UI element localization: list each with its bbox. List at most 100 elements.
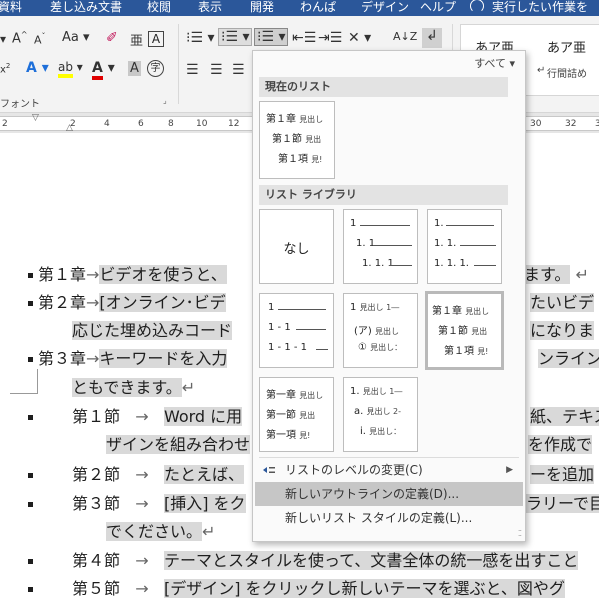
- text-effects-button[interactable]: A ▾: [26, 60, 49, 76]
- list-library-header: リスト ライブラリ: [259, 185, 508, 205]
- tab-mailings[interactable]: 差し込み文書: [50, 0, 122, 15]
- ribbon-tab-bar: 資料 差し込み文書 校閲 表示 開発 わんぱ デザイン ヘルプ 実行したい作業を: [0, 0, 599, 16]
- list-item-section-2-tail[interactable]: ーを追加: [530, 464, 595, 486]
- list-style-none-tile[interactable]: なし: [259, 209, 334, 284]
- align-left-icon[interactable]: ☰: [186, 62, 199, 78]
- align-center-icon[interactable]: ☰: [210, 62, 223, 78]
- hanging-indent-marker[interactable]: △: [66, 123, 73, 133]
- style-no-spacing-label[interactable]: 行間詰め: [547, 65, 587, 80]
- tile-line: [374, 245, 412, 246]
- tell-me-box[interactable]: 実行したい作業を: [492, 0, 588, 15]
- current-list-header: 現在のリスト: [259, 77, 508, 97]
- tile-level-1: 1 見出し 1―: [350, 302, 400, 313]
- tile-level-3: 1. 1. 1: [362, 258, 394, 269]
- list-item-chapter-1-tail[interactable]: ます。 ↵: [524, 264, 589, 286]
- first-line-indent-marker[interactable]: ▽: [32, 113, 39, 123]
- list-filter-dropdown[interactable]: すべて ▾: [474, 55, 515, 71]
- tab-view[interactable]: 表示: [198, 0, 222, 15]
- list-bullet: [28, 415, 33, 420]
- grow-font-button[interactable]: A^: [12, 30, 28, 46]
- tile-level-3: ① 見出し：: [358, 342, 403, 353]
- shrink-font-button[interactable]: Aˇ: [34, 32, 46, 47]
- ruler-number: 2: [2, 119, 8, 129]
- list-item-section-4[interactable]: 第４節 → テーマとスタイルを使って、文書全体の統一感を出すこと: [72, 550, 579, 572]
- list-item-chapter-1[interactable]: 第１章→ビデオを使うと、: [38, 264, 227, 286]
- list-item-chapter-3-tail[interactable]: ンライン: [538, 348, 599, 370]
- current-list-tile[interactable]: 第１章 見出し 第１節 見出 第１項 見!: [259, 101, 335, 179]
- tab-wanpa[interactable]: わんぱ: [300, 0, 336, 15]
- tile-line: [296, 329, 326, 330]
- ruler-number: 30: [530, 119, 542, 129]
- bullets-button[interactable]: ⁝☰ ▾: [186, 30, 214, 46]
- tile-line: [316, 349, 328, 350]
- ruler-number: 8: [168, 119, 174, 129]
- tile-level-2: 1 - 1: [268, 322, 291, 333]
- list-item-section-1-cont[interactable]: ザインを組み合わせ: [106, 434, 251, 456]
- ruler-number: 12: [228, 119, 240, 129]
- tab-references[interactable]: 資料: [0, 0, 22, 15]
- tile-level-2: 1. 1: [356, 238, 376, 249]
- paragraph-mark-icon: ↵: [537, 65, 546, 76]
- tile-level-3: 第１項 見!: [444, 346, 489, 357]
- list-item-chapter-3-cont[interactable]: ともできます。↵: [72, 377, 195, 399]
- list-item-chapter-2-cont[interactable]: 応じた埋め込みコード: [72, 320, 233, 342]
- list-item-section-3-tail[interactable]: ラリーで目: [526, 493, 599, 515]
- align-right-icon[interactable]: ☰: [232, 62, 245, 78]
- lightbulb-icon: [470, 0, 484, 13]
- list-item-chapter-2-tail[interactable]: たいビデ: [530, 292, 595, 314]
- list-style-numeric-tile[interactable]: 1 1. 1 1. 1. 1: [343, 209, 418, 284]
- list-item-section-5[interactable]: 第５節 → [デザイン] をクリックし新しいテーマを選ぶと、図やグ: [72, 578, 565, 600]
- define-new-multilevel-list-menu-item[interactable]: 新しいアウトラインの定義(D)...: [255, 482, 523, 506]
- style-no-spacing-sample[interactable]: あア亜: [547, 37, 586, 56]
- none-label: なし: [283, 242, 310, 257]
- enclose-characters-button[interactable]: 字: [147, 60, 164, 77]
- list-item-chapter-2[interactable]: 第２章→[オンライン･ビデ: [38, 292, 226, 314]
- character-shading-button[interactable]: A: [128, 61, 141, 76]
- define-new-list-style-menu-item[interactable]: 新しいリスト スタイルの定義(L)...: [255, 506, 523, 530]
- tile-level-3: 1 - 1 - 1: [268, 342, 308, 353]
- list-style-dotted-tile[interactable]: 1. 1. 1. 1. 1. 1.: [427, 209, 502, 284]
- list-style-chapter-tile[interactable]: 第１章 見出し 第１節 見出 第１項 見!: [425, 291, 504, 370]
- list-style-dash-tile[interactable]: 1 1 - 1 1 - 1 - 1: [259, 293, 334, 368]
- tile-level-3: 1. 1. 1.: [434, 258, 469, 269]
- highlight-button[interactable]: ab ▾: [58, 60, 83, 78]
- decrease-indent-icon[interactable]: ⇤☰: [292, 30, 316, 46]
- tile-level-1: 1: [268, 302, 275, 313]
- list-bullet: [28, 357, 33, 362]
- show-formatting-icon[interactable]: ↲: [422, 28, 442, 48]
- multilevel-list-dropdown: すべて ▾ 現在のリスト 第１章 見出し 第１節 見出 第１項 見! リスト ラ…: [252, 50, 526, 542]
- tile-level-3: i. 見出し：: [360, 426, 402, 437]
- list-item-section-1-cont-tail[interactable]: を作成で: [528, 434, 593, 456]
- superscript-button[interactable]: x2: [0, 62, 10, 75]
- multilevel-list-button[interactable]: ⁝☰ ▾: [254, 28, 289, 46]
- dialog-launcher-icon[interactable]: ⌟: [163, 96, 167, 105]
- list-style-alpha-tile[interactable]: 1. 見出し 1― a. 見出し 2- i. 見出し：: [343, 377, 418, 452]
- change-list-level-menu-item[interactable]: リストのレベルの変更(C) ▶: [255, 458, 523, 482]
- list-item-section-1-tail[interactable]: 紙、テキス: [530, 406, 599, 428]
- phonetic-guide-button[interactable]: 亜: [130, 30, 143, 49]
- sort-icon[interactable]: A↓Z: [393, 30, 417, 43]
- list-item-section-3-cont[interactable]: でください。↵: [106, 521, 215, 543]
- increase-indent-icon[interactable]: ⇥☰: [318, 30, 342, 46]
- list-style-heading-tile[interactable]: 1 見出し 1― (ア) 見出し ① 見出し：: [343, 293, 418, 368]
- clear-formatting-icon[interactable]: ✐: [106, 30, 118, 46]
- tab-developer[interactable]: 開発: [250, 0, 274, 15]
- tab-help[interactable]: ヘルプ: [420, 0, 456, 15]
- list-style-kanji-tile[interactable]: 第一章 見出し 第一節 見出 第一項 見!: [259, 377, 334, 452]
- tab-design[interactable]: デザイン: [361, 0, 409, 15]
- font-color-button[interactable]: A ▾: [92, 60, 115, 80]
- list-item-section-2[interactable]: 第２節 → たとえば、: [72, 464, 244, 486]
- list-item-section-3[interactable]: 第３節 → [挿入] をク: [72, 493, 246, 515]
- list-item-chapter-2-cont-tail[interactable]: になりま: [530, 320, 595, 342]
- asian-layout-icon[interactable]: ✕ ▾: [348, 30, 371, 46]
- resize-grip-icon[interactable]: ⁚⁚: [518, 529, 522, 538]
- tab-review[interactable]: 校閲: [147, 0, 171, 15]
- change-case-button[interactable]: Aa ▾: [62, 30, 90, 45]
- character-border-button[interactable]: A: [148, 31, 164, 47]
- list-level-icon: [263, 467, 275, 473]
- list-item-chapter-3[interactable]: 第３章→キーワードを入力: [38, 348, 228, 370]
- list-item-section-1[interactable]: 第１節 → Word に用: [72, 406, 243, 428]
- numbering-button[interactable]: ⁝☰ ▾: [218, 28, 253, 46]
- chevron-down-icon[interactable]: ▾: [0, 32, 6, 46]
- tile-level-2: 第一節 見出: [266, 410, 316, 421]
